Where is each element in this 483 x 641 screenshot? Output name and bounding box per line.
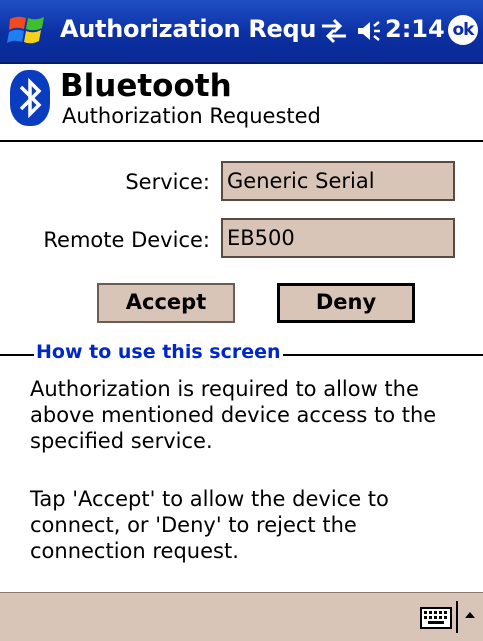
- remote-device-field[interactable]: EB500: [221, 218, 455, 258]
- accept-button[interactable]: Accept: [97, 283, 235, 323]
- up-arrow-icon[interactable]: [463, 605, 477, 625]
- header-divider: [0, 140, 483, 142]
- clock[interactable]: 2:14: [385, 15, 445, 43]
- windows-start-icon[interactable]: [6, 9, 52, 53]
- help-paragraph-2: Tap 'Accept' to allow the device to conn…: [30, 487, 389, 563]
- deny-button[interactable]: Deny: [277, 283, 415, 323]
- help-paragraph-1: Authorization is required to allow the a…: [30, 377, 437, 453]
- window-title: Authorization Requ: [60, 15, 317, 43]
- title-bar: Authorization Requ 2:14 ok: [0, 0, 483, 64]
- page-subtitle: Authorization Requested: [62, 104, 321, 128]
- page-title: Bluetooth: [60, 68, 232, 104]
- remote-device-label: Remote Device:: [43, 228, 210, 252]
- help-heading: How to use this screen: [34, 341, 283, 363]
- connectivity-icon[interactable]: [318, 17, 350, 45]
- sip-separator: [456, 601, 458, 633]
- service-field[interactable]: Generic Serial: [221, 161, 455, 201]
- keyboard-icon[interactable]: [420, 607, 452, 629]
- service-label: Service:: [125, 170, 210, 194]
- volume-icon[interactable]: [356, 18, 382, 44]
- ok-button[interactable]: ok: [448, 15, 478, 45]
- menu-bar: [0, 592, 483, 641]
- bluetooth-icon: [10, 70, 50, 126]
